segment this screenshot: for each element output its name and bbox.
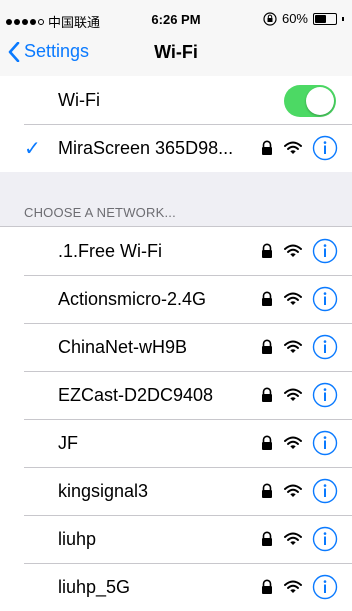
network-row[interactable]: Actionsmicro-2.4G [0,275,352,323]
network-row[interactable]: .1.Free Wi-Fi [0,227,352,275]
info-icon[interactable] [312,135,338,161]
network-row[interactable]: JF [0,419,352,467]
lock-icon [262,339,272,354]
network-name: kingsignal3 [58,480,149,501]
page-title: Wi-Fi [154,42,198,62]
network-row[interactable]: EZCast-D2DC9408 [0,371,352,419]
info-icon[interactable] [312,334,338,360]
battery-percent: 60% [281,11,308,26]
network-row[interactable]: ChinaNet-wH9B [0,323,352,371]
wifi-toggle-row: Wi-Fi [0,76,352,124]
info-icon[interactable] [312,238,338,264]
info-icon[interactable] [312,286,338,312]
lock-icon [262,243,272,258]
wifi-signal-icon [284,388,302,401]
network-name: JF [58,432,78,453]
network-name: .1.Free Wi-Fi [58,240,163,261]
network-name: liuhp_5G [58,576,131,597]
wifi-signal-icon [284,292,302,305]
wifi-signal-icon [284,484,302,497]
info-icon[interactable] [312,430,338,456]
checkmark-icon: ✓ [24,138,41,160]
wifi-signal-icon [284,244,302,257]
connected-network-name: MiraScreen 365D98... [58,137,234,158]
choose-network-header: CHOOSE A NETWORK... [24,205,176,220]
wifi-signal-icon [284,340,302,353]
info-icon[interactable] [312,574,338,600]
lock-icon [262,291,272,306]
wifi-settings-section: Wi-Fi ✓ MiraScreen 365D98... [0,76,352,172]
toggle-knob [306,87,334,115]
lock-icon [262,435,272,450]
network-name: EZCast-D2DC9408 [58,384,214,405]
wifi-signal-icon [284,580,302,593]
lock-icon [262,531,272,546]
network-name: liuhp [58,528,97,549]
info-icon[interactable] [312,382,338,408]
lock-icon [262,579,272,594]
network-row[interactable]: liuhp_5G [0,563,352,611]
wifi-toggle-switch[interactable] [284,85,336,117]
network-name: Actionsmicro-2.4G [58,288,207,309]
info-icon[interactable] [312,478,338,504]
network-name: ChinaNet-wH9B [58,336,188,357]
lock-icon [262,140,272,155]
navigation-bar: Settings Wi-Fi [0,28,352,77]
battery-icon [313,12,337,25]
network-row[interactable]: liuhp [0,515,352,563]
wifi-signal-icon [284,532,302,545]
rotation-lock-icon [263,11,277,26]
connected-network-row[interactable]: ✓ MiraScreen 365D98... [0,124,352,172]
network-row[interactable]: kingsignal3 [0,467,352,515]
wifi-signal-icon [284,436,302,449]
wifi-signal-icon [284,141,302,154]
status-right: 60% [263,11,344,26]
info-icon[interactable] [312,526,338,552]
lock-icon [262,387,272,402]
lock-icon [262,483,272,498]
wifi-toggle-label: Wi-Fi [58,89,100,110]
network-list: .1.Free Wi-Fi Actionsmicro-2.4G ChinaNet… [0,226,352,611]
